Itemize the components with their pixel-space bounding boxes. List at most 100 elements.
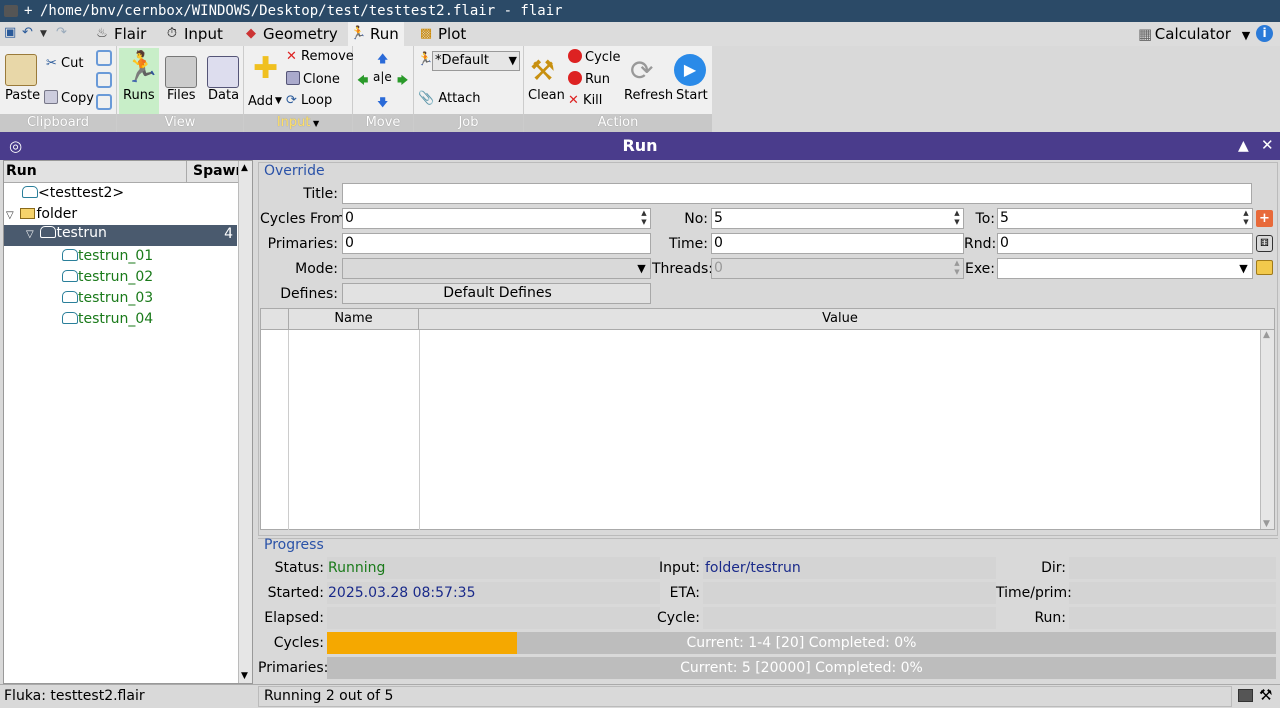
close-icon[interactable]: ✕ bbox=[1261, 136, 1274, 154]
to-label: To: bbox=[975, 211, 995, 227]
clipboard-icon-3[interactable] bbox=[96, 94, 112, 110]
add-button[interactable]: ✚ Add ▼ bbox=[247, 52, 283, 112]
tree-item-root[interactable]: <testtest2> bbox=[22, 185, 124, 201]
tab-run[interactable]: 🏃 Run bbox=[348, 22, 404, 46]
copy-button[interactable]: Copy bbox=[44, 90, 94, 106]
threads-field[interactable]: 0 ▲ ▼ bbox=[711, 258, 964, 279]
run-icon bbox=[62, 312, 78, 324]
move-group-label: Move bbox=[353, 114, 413, 132]
input-group-label[interactable]: Input ▼ bbox=[244, 114, 352, 132]
column-spawn[interactable]: Spawn bbox=[186, 161, 245, 183]
spinner-icon[interactable]: ▲ ▼ bbox=[638, 209, 650, 228]
move-center-icon[interactable]: a|e bbox=[373, 70, 392, 84]
refresh-button[interactable]: ⟳ Refresh bbox=[622, 52, 673, 112]
scroll-up-icon[interactable]: ▲ bbox=[241, 163, 248, 173]
data-button[interactable]: Data bbox=[205, 48, 241, 114]
no-field[interactable]: 5 ▲ ▼ bbox=[711, 208, 964, 229]
exe-select[interactable]: ▼ bbox=[997, 258, 1253, 279]
spinner-icon[interactable]: ▲ ▼ bbox=[951, 259, 963, 278]
kill-button[interactable]: ✕ Kill bbox=[568, 93, 602, 108]
rnd-field[interactable]: 0 bbox=[997, 233, 1253, 254]
time-field[interactable]: 0 bbox=[711, 233, 964, 254]
clipboard-group-label: Clipboard bbox=[0, 114, 116, 132]
cycles-label: Cycles: bbox=[273, 635, 324, 651]
tree-scrollbar[interactable]: ▲ ▼ bbox=[238, 161, 252, 683]
table-scrollbar[interactable]: ▲ ▼ bbox=[1260, 330, 1274, 529]
mode-select[interactable]: ▼ bbox=[342, 258, 651, 279]
started-value: 2025.03.28 08:57:35 bbox=[328, 585, 476, 601]
tree-item-testrun-01[interactable]: testrun_01 bbox=[62, 248, 153, 264]
column-run[interactable]: Run bbox=[6, 163, 37, 179]
folder-open-icon[interactable] bbox=[1256, 260, 1273, 275]
default-defines-button[interactable]: Default Defines bbox=[342, 283, 651, 304]
paste-button[interactable]: Paste bbox=[3, 52, 40, 104]
tree-item-testrun[interactable]: ▽ testrun 4 bbox=[4, 225, 237, 246]
scissors-icon: ✂ bbox=[46, 56, 57, 71]
tools-icon[interactable]: ⚒ bbox=[1259, 686, 1272, 704]
tab-plot[interactable]: ▩ Plot bbox=[416, 22, 472, 46]
files-button[interactable]: Files bbox=[163, 48, 199, 114]
move-down-icon[interactable]: 🡇 bbox=[377, 94, 388, 113]
tree-item-folder[interactable]: ▽ folder bbox=[6, 206, 77, 222]
dice-icon[interactable]: ⚅ bbox=[1256, 235, 1273, 252]
scroll-down-icon[interactable]: ▼ bbox=[241, 671, 248, 681]
add-cycle-icon[interactable]: + bbox=[1256, 210, 1273, 227]
move-right-icon[interactable]: 🡆 bbox=[397, 72, 408, 91]
scroll-down-icon[interactable]: ▼ bbox=[1263, 519, 1270, 529]
defines-table-header: Name Value bbox=[261, 309, 1274, 330]
collapse-icon[interactable]: ▽ bbox=[6, 210, 16, 221]
spinner-icon[interactable]: ▲ ▼ bbox=[1240, 209, 1252, 228]
collapse-icon[interactable]: ▽ bbox=[26, 229, 36, 240]
loop-button[interactable]: ⟳ Loop bbox=[286, 93, 332, 108]
tree-item-testrun-04[interactable]: testrun_04 bbox=[62, 311, 153, 327]
stop-run-icon bbox=[568, 71, 582, 85]
start-button[interactable]: ▶ Start bbox=[672, 52, 710, 112]
terminal-icon[interactable] bbox=[1238, 689, 1253, 702]
undo-icon[interactable]: ↶ bbox=[22, 25, 33, 40]
undo-dropdown-icon[interactable]: ▼ bbox=[40, 29, 47, 39]
dir-label: Dir: bbox=[1041, 560, 1066, 576]
tree-item-testrun-02[interactable]: testrun_02 bbox=[62, 269, 153, 285]
info-icon[interactable]: i bbox=[1256, 25, 1273, 42]
move-up-icon[interactable]: 🡅 bbox=[377, 50, 388, 69]
input-icon: ⏱ bbox=[166, 26, 178, 41]
clone-button[interactable]: Clone bbox=[286, 71, 340, 87]
app-icon[interactable] bbox=[4, 5, 18, 17]
sticky-plus[interactable]: + bbox=[24, 0, 32, 22]
remove-button[interactable]: ✕ Remove bbox=[286, 49, 354, 64]
clipboard-icon-1[interactable] bbox=[96, 50, 112, 66]
primaries-progress-label: Primaries: bbox=[258, 660, 329, 676]
run-stop-button[interactable]: Run bbox=[568, 71, 610, 87]
primaries-field[interactable]: 0 bbox=[342, 233, 651, 254]
dir-bg bbox=[1069, 557, 1276, 579]
cut-button[interactable]: ✂ Cut bbox=[46, 56, 83, 71]
plus-icon: ✚ bbox=[253, 51, 279, 86]
title-field[interactable] bbox=[342, 183, 1252, 204]
eta-label: ETA: bbox=[669, 585, 700, 601]
maximize-icon[interactable]: ▲ bbox=[1238, 138, 1249, 154]
spinner-icon[interactable]: ▲ ▼ bbox=[951, 209, 963, 228]
column-name[interactable]: Name bbox=[288, 309, 419, 330]
copy-icon bbox=[44, 90, 58, 104]
loop-icon: ⟳ bbox=[286, 93, 297, 108]
no-label: No: bbox=[684, 211, 708, 227]
runs-button[interactable]: 🏃 Runs bbox=[119, 48, 160, 114]
save-icon[interactable]: ▣ bbox=[4, 25, 16, 40]
cycle-button[interactable]: Cycle bbox=[568, 49, 621, 65]
job-select[interactable]: *Default ▼ bbox=[432, 51, 520, 71]
attach-button[interactable]: 📎 Attach bbox=[418, 91, 481, 106]
redo-icon[interactable]: ↷ bbox=[56, 25, 67, 40]
scroll-up-icon[interactable]: ▲ bbox=[1263, 330, 1270, 340]
tab-input[interactable]: ⏱ Input bbox=[162, 22, 230, 46]
to-field[interactable]: 5 ▲ ▼ bbox=[997, 208, 1253, 229]
clean-button[interactable]: ⚒ Clean bbox=[526, 52, 565, 112]
tree-item-testrun-03[interactable]: testrun_03 bbox=[62, 290, 153, 306]
plot-icon: ▩ bbox=[419, 26, 433, 41]
cycles-from-field[interactable]: 0 ▲ ▼ bbox=[342, 208, 651, 229]
tab-geometry[interactable]: ◆ Geometry bbox=[241, 22, 338, 46]
tab-flair[interactable]: ♨ Flair bbox=[92, 22, 150, 46]
calculator-button[interactable]: ▦ Calculator ▼ bbox=[1138, 22, 1250, 46]
clipboard-icon-2[interactable] bbox=[96, 72, 112, 88]
column-value[interactable]: Value bbox=[421, 309, 1259, 330]
move-left-icon[interactable]: 🡄 bbox=[357, 72, 368, 91]
